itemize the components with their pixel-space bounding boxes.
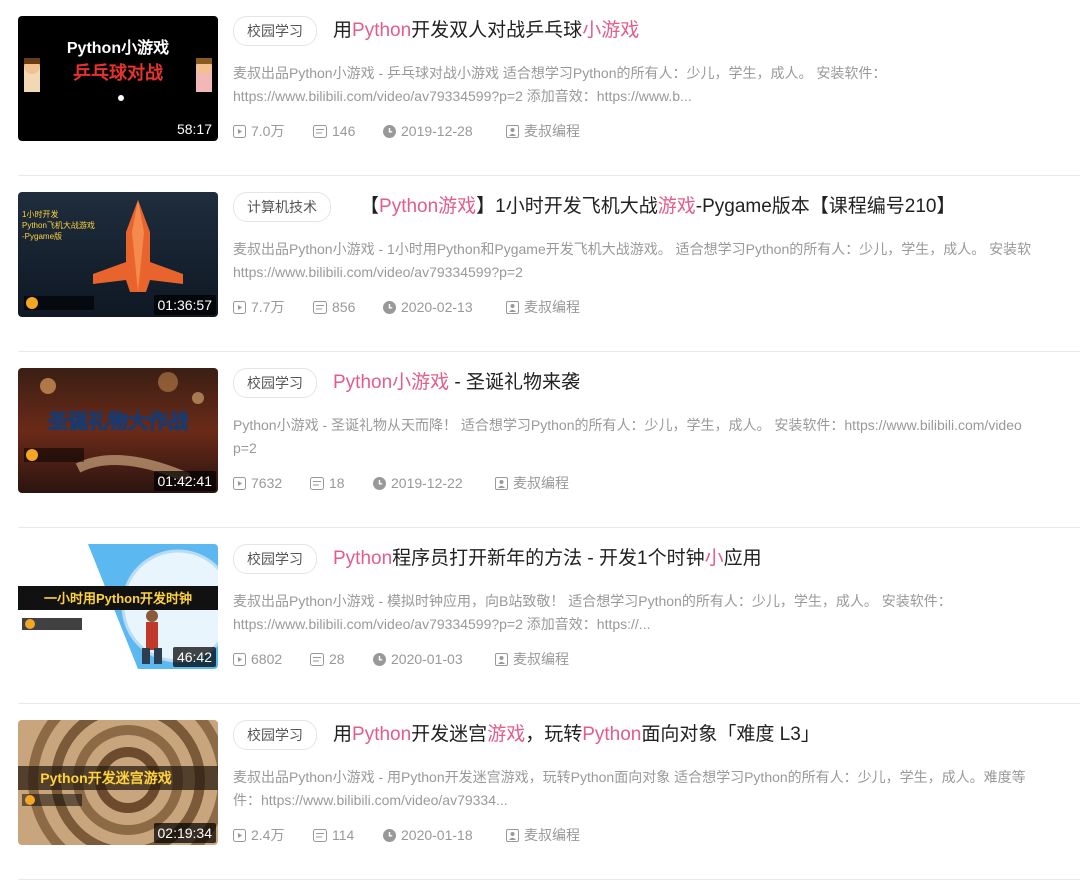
danmaku-count: 146 [313,122,355,140]
video-thumbnail[interactable]: 圣诞礼物大作战 01:42:41 [18,368,218,493]
danmaku-icon [313,829,327,842]
category-tag[interactable]: 校园学习 [233,720,317,750]
upload-date: 2020-01-03 [373,650,463,668]
play-count: 7.7万 [233,298,284,316]
ball-icon [118,95,124,101]
author[interactable]: 麦叔编程 [506,298,580,316]
user-icon [495,653,508,666]
duration: 02:19:34 [153,823,216,843]
clock-icon [373,653,386,666]
danmaku-count: 28 [310,650,345,668]
video-title[interactable]: Python小游戏 - 圣诞礼物来袭 [333,368,580,398]
category-tag[interactable]: 校园学习 [233,544,317,574]
video-card[interactable]: Python开发迷宫游戏 02:19:34 校园学习 用Python开发迷宫游戏… [18,704,1080,880]
play-icon [233,125,246,138]
thumb-text: Python开发迷宫游戏 [40,770,171,786]
author[interactable]: 麦叔编程 [495,474,569,492]
channel-avatar-icon [26,297,38,309]
author[interactable]: 麦叔编程 [495,650,569,668]
thumb-text: 乒乓球对战 [73,62,163,83]
thumb-text: -Pygame版 [22,231,62,241]
duration: 01:42:41 [153,471,216,491]
upload-date: 2019-12-22 [373,474,463,492]
video-description: Python小游戏 - 圣诞礼物从天而降！ 适合想学习Python的所有人：少儿… [233,417,1022,456]
play-count: 7.0万 [233,122,284,140]
danmaku-icon [310,477,324,490]
video-title[interactable]: Python程序员打开新年的方法 - 开发1个时钟小应用 [333,544,762,574]
video-thumbnail[interactable]: 1小时开发 Python飞机大战游戏 -Pygame版 01:36:57 [18,192,218,317]
user-icon [506,301,519,314]
author[interactable]: 麦叔编程 [506,826,580,844]
danmaku-count: 18 [310,474,345,492]
video-card[interactable]: 一小时用Python开发时钟 46:42 校园学习 Python程序员打开新年的… [18,528,1080,704]
video-thumbnail[interactable]: Python小游戏 乒乓球对战 58:17 [18,16,218,141]
thumb-text: 圣诞礼物大作战 [48,409,188,433]
clock-icon [383,829,396,842]
channel-avatar-icon [26,449,38,461]
category-tag[interactable]: 校园学习 [233,16,317,46]
user-icon [506,125,519,138]
duration: 46:42 [172,647,216,667]
danmaku-icon [313,301,327,314]
video-description: 麦叔出品Python小游戏 - 用Python开发迷宫游戏，玩转Python面向… [233,769,1026,808]
video-description: 麦叔出品Python小游戏 - 模拟时钟应用，向B站致敬！ 适合想学习Pytho… [233,593,952,632]
user-icon [495,477,508,490]
video-card[interactable]: 1小时开发 Python飞机大战游戏 -Pygame版 01:36:57 计算机… [18,176,1080,352]
channel-avatar-icon [25,795,35,805]
danmaku-icon [313,125,327,138]
video-thumbnail[interactable]: 一小时用Python开发时钟 46:42 [18,544,218,669]
thumb-text: 一小时用Python开发时钟 [44,591,192,606]
channel-avatar-icon [25,619,35,629]
play-icon [233,477,246,490]
video-thumbnail[interactable]: Python开发迷宫游戏 02:19:34 [18,720,218,845]
category-tag[interactable]: 计算机技术 [233,192,331,222]
video-title[interactable]: 用Python开发双人对战乒乓球小游戏 [333,16,639,46]
clock-icon [383,301,396,314]
play-icon [233,301,246,314]
upload-date: 2019-12-28 [383,122,473,140]
thumb-text: 1小时开发 [22,209,58,219]
duration: 01:36:57 [153,295,216,315]
thumb-text: Python小游戏 [67,38,169,57]
upload-date: 2020-01-18 [383,826,473,844]
video-title[interactable]: 用Python开发迷宫游戏，玩转Python面向对象「难度 L3」 [333,720,820,750]
video-list: Python小游戏 乒乓球对战 58:17 校园学习 用Python开发双人对战… [0,0,1080,880]
danmaku-count: 856 [313,298,355,316]
play-icon [233,653,246,666]
video-description: 麦叔出品Python小游戏 - 1小时用Python和Pygame开发飞机大战游… [233,241,1032,280]
play-count: 6802 [233,650,282,668]
player-left-icon [24,58,40,92]
play-count: 2.4万 [233,826,284,844]
video-title[interactable]: 【Python游戏】1小时开发飞机大战游戏-Pygame版本【课程编号210】 [360,192,956,222]
play-count: 7632 [233,474,282,492]
play-icon [233,829,246,842]
video-card[interactable]: 圣诞礼物大作战 01:42:41 校园学习 Python小游戏 - 圣诞礼物来袭… [18,352,1080,528]
video-description: 麦叔出品Python小游戏 - 乒乓球对战小游戏 适合想学习Python的所有人… [233,65,887,104]
upload-date: 2020-02-13 [383,298,473,316]
category-tag[interactable]: 校园学习 [233,368,317,398]
player-right-icon [196,58,212,92]
author[interactable]: 麦叔编程 [506,122,580,140]
thumb-text: Python飞机大战游戏 [22,220,95,230]
video-card[interactable]: Python小游戏 乒乓球对战 58:17 校园学习 用Python开发双人对战… [18,0,1080,176]
danmaku-icon [310,653,324,666]
clock-icon [373,477,386,490]
danmaku-count: 114 [313,826,354,844]
user-icon [506,829,519,842]
duration: 58:17 [172,119,216,139]
clock-icon [383,125,396,138]
